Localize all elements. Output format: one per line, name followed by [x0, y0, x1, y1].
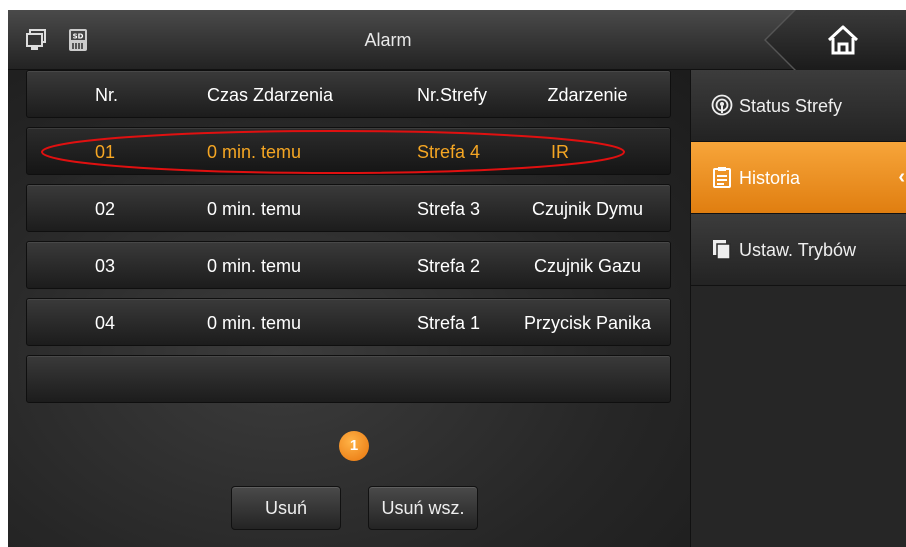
sidebar-item-history[interactable]: Historia ‹	[691, 142, 906, 214]
table-row[interactable]: 04 0 min. temu Strefa 1 Przycisk Panika	[26, 298, 671, 346]
row-time: 0 min. temu	[207, 199, 302, 219]
row-time: 0 min. temu	[207, 313, 302, 333]
header-time: Czas Zdarzenia	[207, 85, 334, 105]
intercom-screen: SD Alarm Nr. Czas Zdarzenia Nr.Strefy Zd…	[8, 10, 906, 547]
podcast-icon	[711, 94, 733, 116]
row-nr: 04	[95, 313, 116, 333]
copy-icon	[713, 240, 731, 260]
clipboard-icon	[713, 167, 731, 188]
sd-card-icon[interactable]: SD	[66, 28, 90, 52]
row-zone: Strefa 3	[417, 199, 481, 219]
row-nr: 03	[95, 256, 116, 276]
sidebar-item-label: Historia	[739, 168, 801, 188]
top-bar: SD Alarm	[8, 10, 906, 70]
page-indicator[interactable]: 1	[339, 431, 369, 461]
sd-label: SD	[73, 33, 84, 41]
row-zone: Strefa 4	[417, 142, 481, 162]
sidebar-item-label: Ustaw. Trybów	[739, 240, 857, 260]
chevron-left-icon: ‹	[898, 166, 905, 188]
row-nr: 02	[95, 199, 116, 219]
header-event: Zdarzenie	[547, 85, 628, 105]
table-row[interactable]: 01 0 min. temu Strefa 4 IR	[26, 127, 671, 175]
sidebar-empty-area	[691, 286, 906, 547]
row-zone: Strefa 1	[417, 313, 481, 333]
history-panel: Nr. Czas Zdarzenia Nr.Strefy Zdarzenie 0…	[8, 70, 690, 547]
row-time: 0 min. temu	[207, 142, 302, 162]
home-button[interactable]	[766, 10, 906, 70]
table-row[interactable]: 02 0 min. temu Strefa 3 Czujnik Dymu	[26, 184, 671, 232]
header-nr: Nr.	[95, 85, 119, 105]
row-time: 0 min. temu	[207, 256, 302, 276]
sidebar-item-mode-settings[interactable]: Ustaw. Trybów	[691, 214, 906, 286]
table-header: Nr. Czas Zdarzenia Nr.Strefy Zdarzenie	[26, 70, 671, 118]
sidebar-item-zone-status[interactable]: Status Strefy	[691, 70, 906, 142]
row-event: Czujnik Gazu	[533, 256, 642, 276]
row-event: Czujnik Dymu	[531, 199, 644, 219]
row-nr: 01	[95, 142, 116, 162]
row-event: Przycisk Panika	[523, 313, 652, 333]
home-icon	[827, 25, 859, 55]
delete-button[interactable]: Usuń	[231, 486, 341, 530]
sidebar-item-label: Status Strefy	[739, 96, 843, 116]
table-row-empty[interactable]	[26, 355, 671, 403]
row-zone: Strefa 2	[417, 256, 481, 276]
monitor-icon[interactable]	[25, 28, 49, 52]
sidebar: Status Strefy Historia ‹ Ustaw. Trybów	[690, 70, 906, 547]
delete-all-button[interactable]: Usuń wsz.	[368, 486, 478, 530]
table-row[interactable]: 03 0 min. temu Strefa 2 Czujnik Gazu	[26, 241, 671, 289]
page-title: Alarm	[364, 30, 412, 50]
header-zone: Nr.Strefy	[417, 85, 488, 105]
row-event: IR	[551, 142, 569, 162]
